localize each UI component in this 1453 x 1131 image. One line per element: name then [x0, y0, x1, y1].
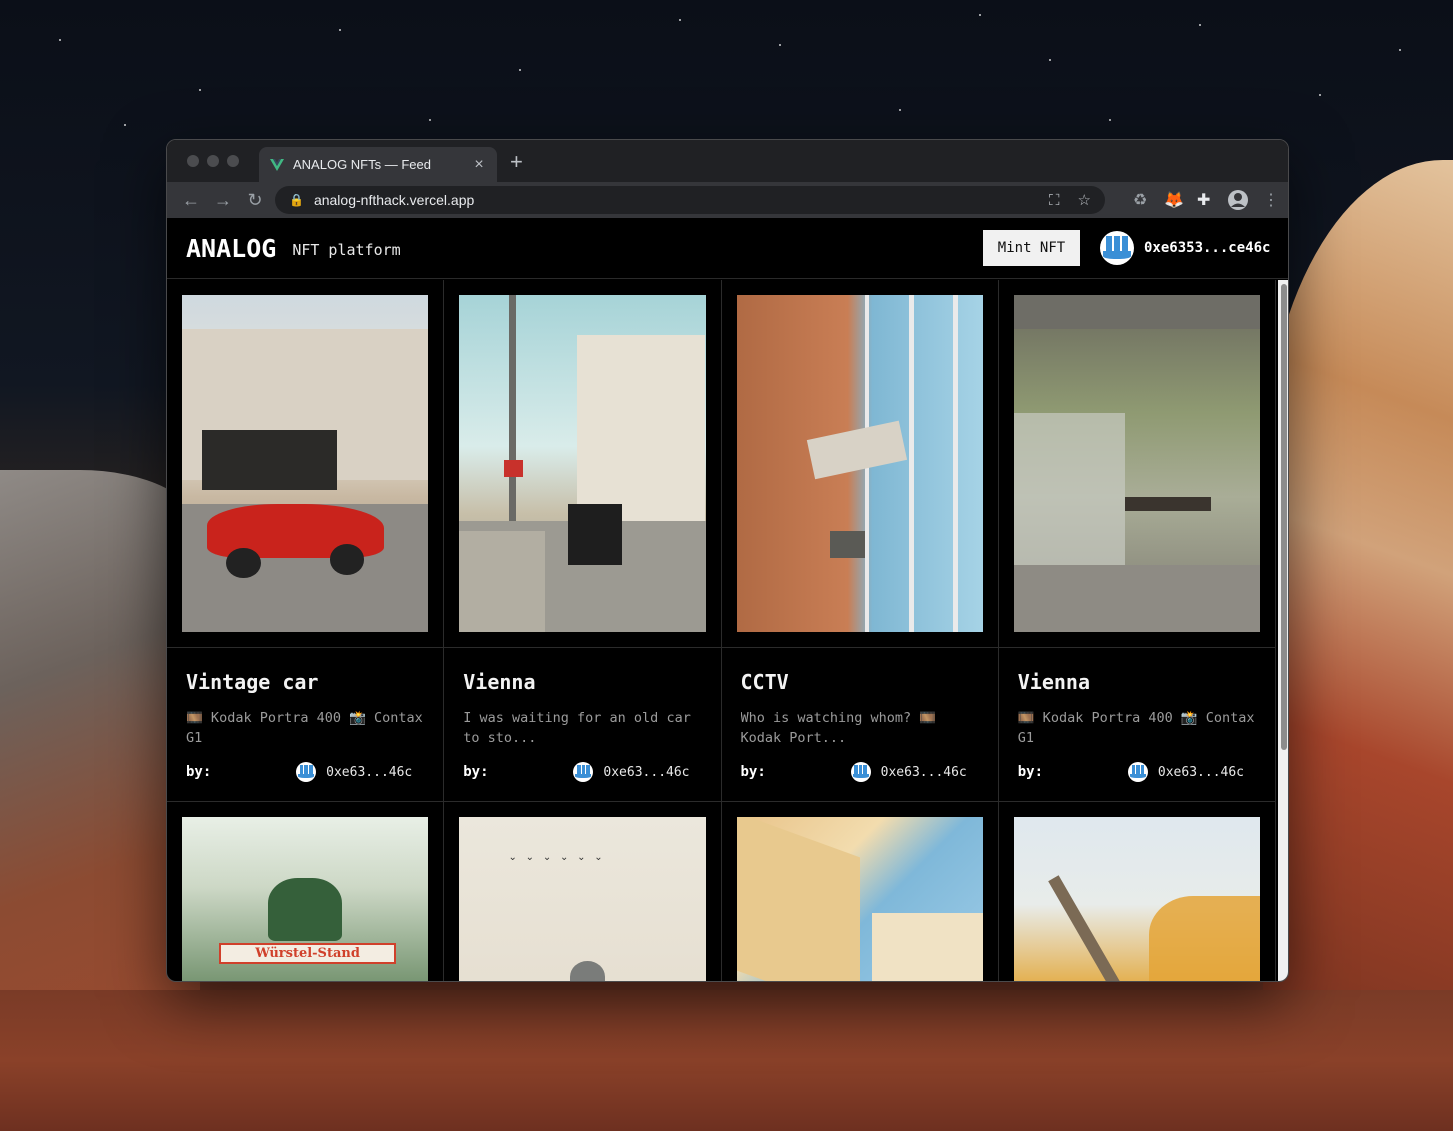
nft-image-cctv-camera[interactable] [736, 295, 983, 632]
profile-icon[interactable] [1227, 189, 1249, 211]
by-label: by: [740, 764, 766, 780]
nft-image-vienna-greenhouse[interactable] [1013, 295, 1260, 632]
nft-image-wurstel-stand[interactable]: Würstel-Stand [182, 817, 429, 981]
nft-title[interactable]: Vintage car [186, 670, 424, 694]
browser-toolbar: ← → ↻ 🔒 analog-nfthack.vercel.app ⛶ ☆ ♻ … [167, 182, 1288, 218]
nft-image-street-lamp[interactable] [1013, 817, 1260, 981]
metamask-icon[interactable]: 🦊 [1164, 190, 1184, 210]
owner-address: 0xe63...46c [326, 764, 413, 780]
address-url[interactable]: analog-nfthack.vercel.app [314, 192, 1031, 208]
translate-icon[interactable]: ⛶ [1049, 192, 1060, 209]
nft-title[interactable]: Vienna [463, 670, 701, 694]
back-arrow-icon[interactable]: ← [175, 190, 207, 211]
by-label: by: [1017, 764, 1044, 780]
owner-link[interactable]: 0xe63...46c [850, 762, 979, 782]
desert-ground [0, 990, 1453, 1131]
mint-nft-button[interactable]: Mint NFT [983, 230, 1080, 266]
owner-link[interactable]: 0xe63...46c [1127, 762, 1256, 782]
star-icon[interactable]: ☆ [1078, 191, 1091, 209]
app-header: ANALOG NFT platform Mint NFT 0xe6353...c… [167, 218, 1288, 279]
nft-feed: Vintage car 🎞️ Kodak Portra 400 📸 Contax… [167, 280, 1276, 981]
avatar [573, 762, 594, 782]
tab-close-icon[interactable]: × [471, 156, 487, 174]
analog-logo[interactable]: ANALOG [186, 234, 276, 263]
reload-icon[interactable]: ↻ [239, 190, 271, 211]
by-label: by: [463, 764, 489, 780]
nft-description: Who is watching whom? 🎞️ Kodak Port... [740, 710, 937, 746]
nft-card[interactable]: Vintage car 🎞️ Kodak Portra 400 📸 Contax… [167, 280, 445, 802]
new-tab-icon[interactable]: + [510, 149, 523, 175]
app-subtitle: NFT platform [292, 241, 401, 259]
owner-address: 0xe63...46c [1157, 764, 1244, 780]
minimize-window-dot[interactable] [207, 155, 219, 167]
maximize-window-dot[interactable] [227, 155, 239, 167]
nft-card[interactable]: Vienna I was waiting for an old car to s… [444, 280, 722, 802]
forward-arrow-icon[interactable]: → [207, 190, 239, 211]
desert-rock-right [1263, 160, 1453, 1131]
lock-icon: 🔒 [289, 193, 304, 207]
nft-image-birds[interactable]: ⌄ ⌄ ⌄ ⌄ ⌄ ⌄ [459, 817, 706, 981]
tab-title: ANALOG NFTs — Feed [293, 157, 431, 172]
nft-card[interactable]: Vienna 🎞️ Kodak Portra 400 📸 Contax G1 b… [998, 280, 1276, 802]
address-bar[interactable]: 🔒 analog-nfthack.vercel.app ⛶ ☆ [275, 186, 1105, 214]
kebab-menu-icon[interactable]: ⋮ [1263, 190, 1279, 210]
nft-title[interactable]: CCTV [741, 670, 979, 694]
avatar [1127, 762, 1148, 782]
nft-description: I was waiting for an old car to sto... [463, 710, 691, 746]
nft-card[interactable]: ⌄ ⌄ ⌄ ⌄ ⌄ ⌄ [444, 802, 722, 981]
scrollbar-thumb[interactable] [1281, 284, 1287, 750]
avatar [1100, 231, 1134, 265]
nft-description: 🎞️ Kodak Portra 400 📸 Contax G1 [1017, 710, 1255, 746]
browser-tab[interactable]: ANALOG NFTs — Feed × [259, 147, 497, 182]
nft-description: 🎞️ Kodak Portra 400 📸 Contax G1 [186, 710, 423, 746]
window-controls[interactable] [187, 155, 239, 167]
puzzle-icon[interactable]: ✚ [1197, 190, 1210, 210]
nft-card[interactable]: CCTV Who is watching whom? 🎞️ Kodak Port… [721, 280, 999, 802]
tab-strip: ANALOG NFTs — Feed × + [167, 140, 1288, 182]
nft-card[interactable] [722, 802, 999, 981]
avatar [296, 762, 317, 782]
vue-logo-icon [270, 158, 284, 171]
nft-card[interactable]: Würstel-Stand [167, 802, 445, 981]
by-label: by: [186, 764, 212, 780]
nft-image-vintage-car[interactable] [182, 295, 429, 632]
owner-link[interactable]: 0xe63...46c [573, 762, 701, 782]
wallet-account[interactable]: 0xe6353...ce46c [1100, 231, 1270, 265]
nft-image-vienna-carriage[interactable] [459, 295, 706, 632]
browser-window: ANALOG NFTs — Feed × + ← → ↻ 🔒 analog-nf… [166, 139, 1289, 982]
page-scrollbar[interactable] [1278, 280, 1288, 981]
owner-address: 0xe63...46c [603, 764, 690, 780]
nft-image-building[interactable] [736, 817, 983, 981]
owner-link[interactable]: 0xe63...46c [296, 762, 424, 782]
wurstel-stand-sign: Würstel-Stand [218, 943, 397, 964]
nft-card[interactable] [999, 802, 1276, 981]
close-window-dot[interactable] [187, 155, 199, 167]
recycle-icon[interactable]: ♻ [1133, 190, 1147, 210]
wallet-address: 0xe6353...ce46c [1144, 240, 1271, 256]
avatar [850, 762, 871, 782]
owner-address: 0xe63...46c [880, 764, 967, 780]
nft-title[interactable]: Vienna [1018, 670, 1256, 694]
